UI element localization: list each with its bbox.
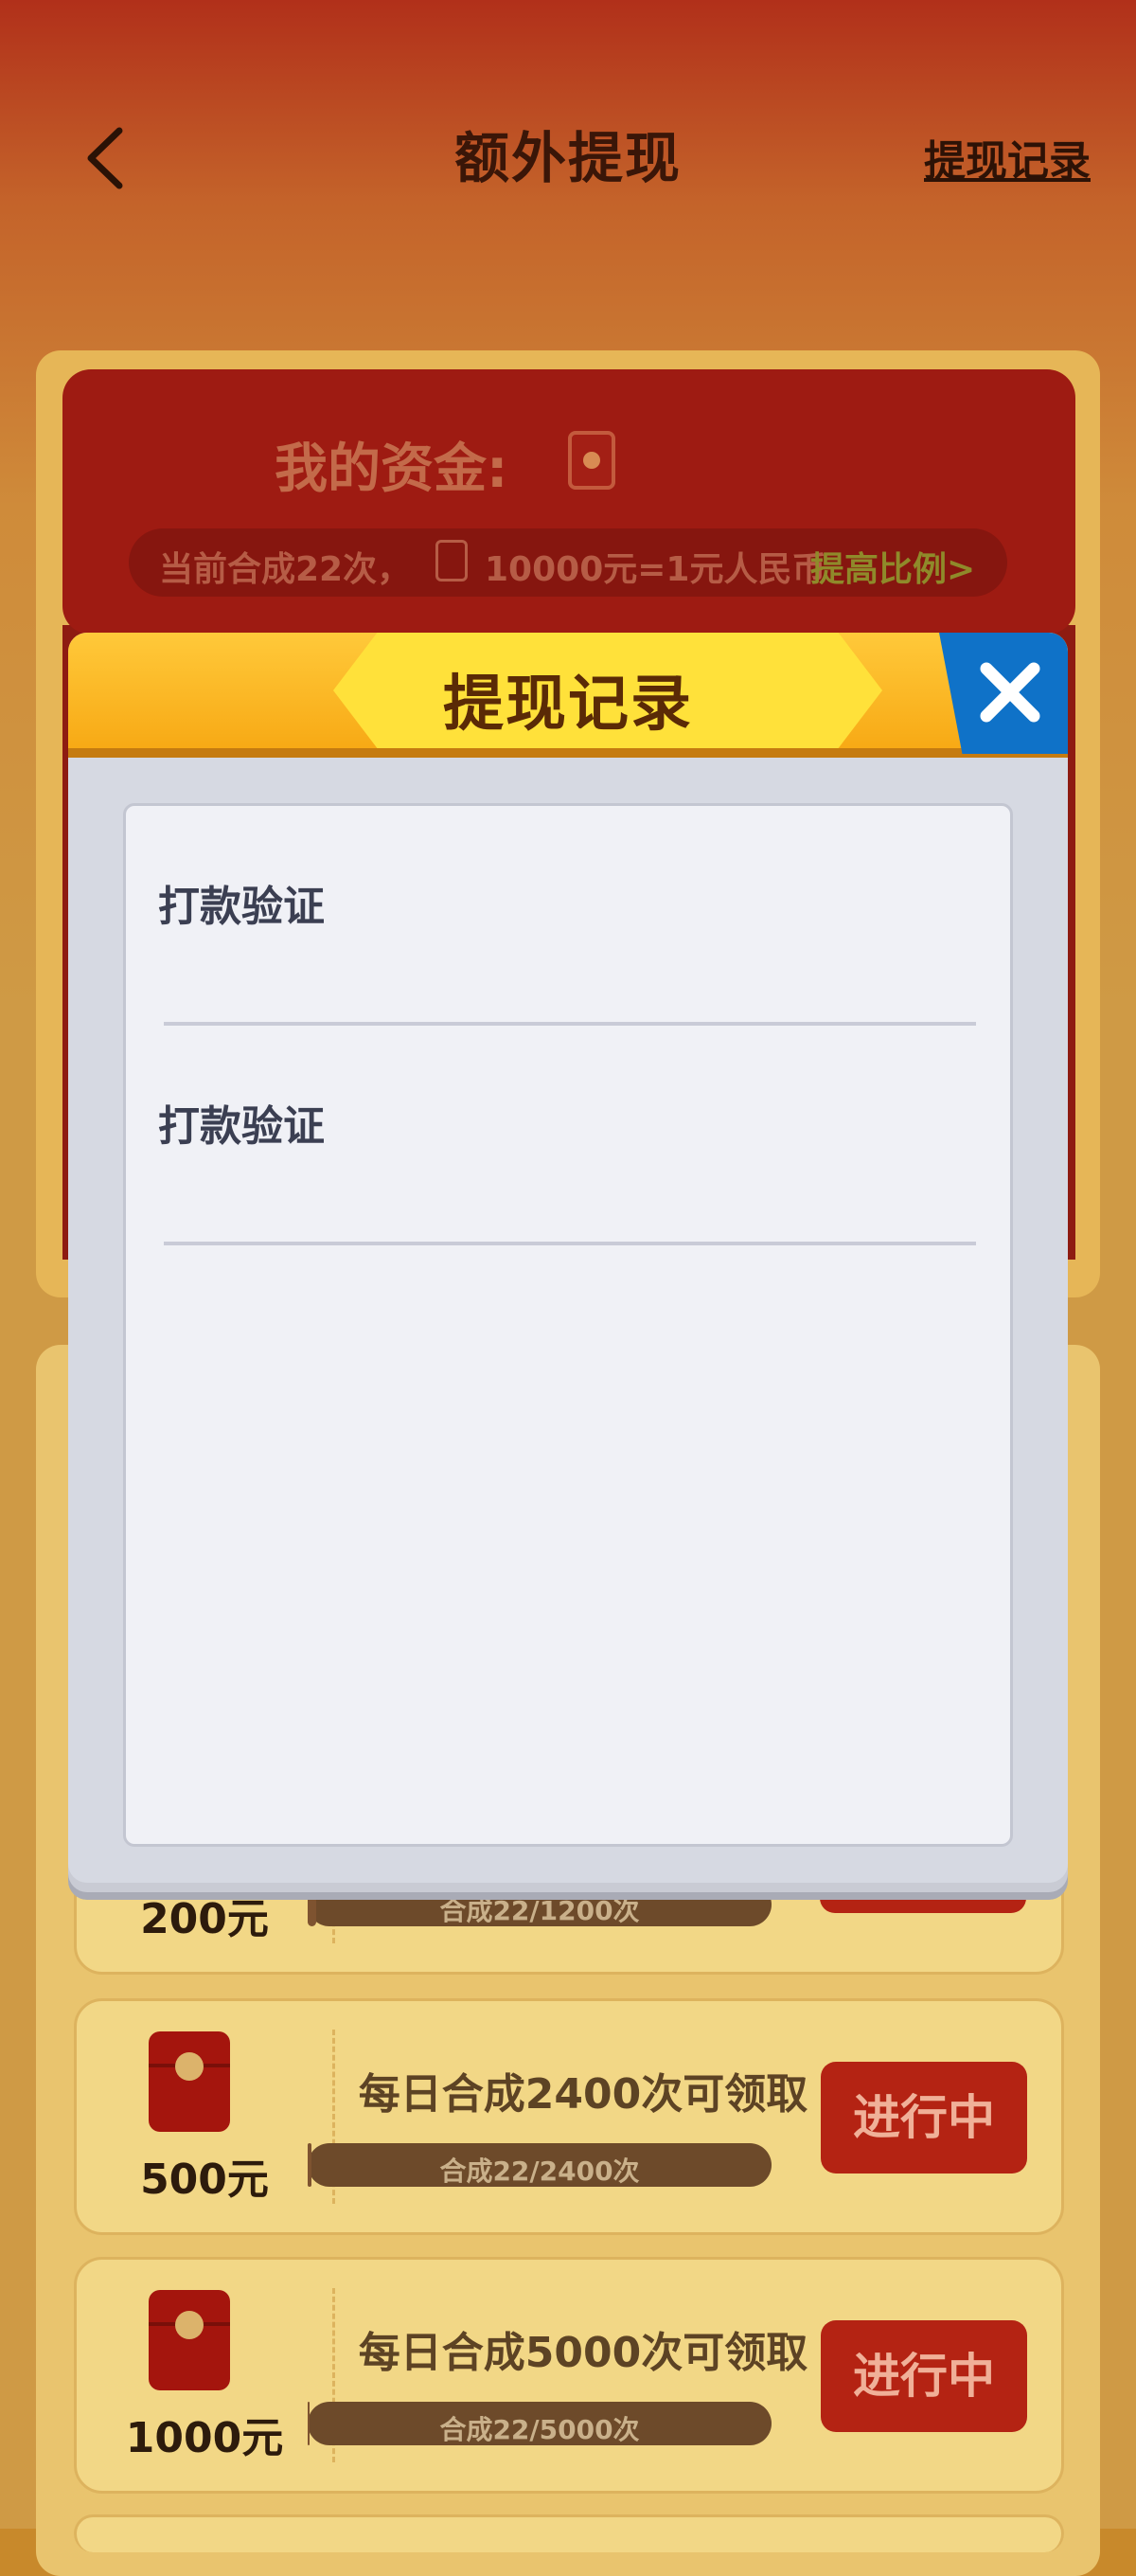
- task-progress-text: 合成22/5000次: [439, 2414, 640, 2445]
- task-progress-text: 合成22/1200次: [439, 1895, 640, 1926]
- task-amount: 200元: [140, 1895, 269, 1943]
- red-packet-icon: [568, 431, 615, 490]
- record-label: 打款验证: [158, 1102, 325, 1151]
- record-label: 打款验证: [158, 883, 325, 931]
- task-progress-bar: 合成22/5000次: [308, 2402, 772, 2445]
- list-item: 打款验证: [126, 1026, 1010, 1245]
- task-card: [74, 2514, 1064, 2552]
- task-progress-text: 合成22/2400次: [439, 2156, 640, 2187]
- header: 额外提现 提现记录: [0, 0, 1136, 313]
- task-status-button[interactable]: 进行中: [821, 2062, 1027, 2174]
- withdraw-record-dialog: 提现记录 打款验证 打款验证: [68, 633, 1068, 1892]
- dialog-title: 提现记录: [443, 670, 693, 740]
- divider: [164, 1242, 976, 1245]
- funds-info-text: 当前合成22次，: [159, 550, 412, 589]
- task-title: 每日合成2400次可领取: [358, 2070, 808, 2119]
- dialog-header-strip: [68, 748, 1068, 758]
- task-card: 500元 每日合成2400次可领取 合成22/2400次 进行中: [74, 1998, 1064, 2235]
- record-list[interactable]: 打款验证 打款验证: [123, 803, 1013, 1847]
- dialog-header: 提现记录: [68, 633, 1068, 758]
- funds-label: 我的资金:: [275, 438, 508, 500]
- task-amount: 1000元: [125, 2414, 284, 2462]
- task-status-button[interactable]: 进行中: [821, 2320, 1027, 2432]
- list-item: 打款验证: [126, 806, 1010, 1026]
- task-card: 1000元 每日合成5000次可领取 合成22/5000次 进行中: [74, 2257, 1064, 2494]
- dialog-body: 打款验证 打款验证: [68, 758, 1068, 1883]
- red-packet-icon: [435, 540, 468, 581]
- task-amount: 500元: [140, 2156, 269, 2204]
- task-title: 每日合成5000次可领取: [358, 2329, 808, 2377]
- withdraw-record-link[interactable]: 提现记录: [924, 127, 1091, 188]
- task-progress-bar: 合成22/2400次: [308, 2143, 772, 2187]
- close-icon[interactable]: [973, 655, 1047, 729]
- red-packet-icon: [149, 2031, 230, 2132]
- funds-rate-text: 10000元=1元人民币: [485, 550, 826, 589]
- red-packet-icon: [149, 2290, 230, 2390]
- improve-ratio-link[interactable]: 提高比例>: [810, 542, 975, 591]
